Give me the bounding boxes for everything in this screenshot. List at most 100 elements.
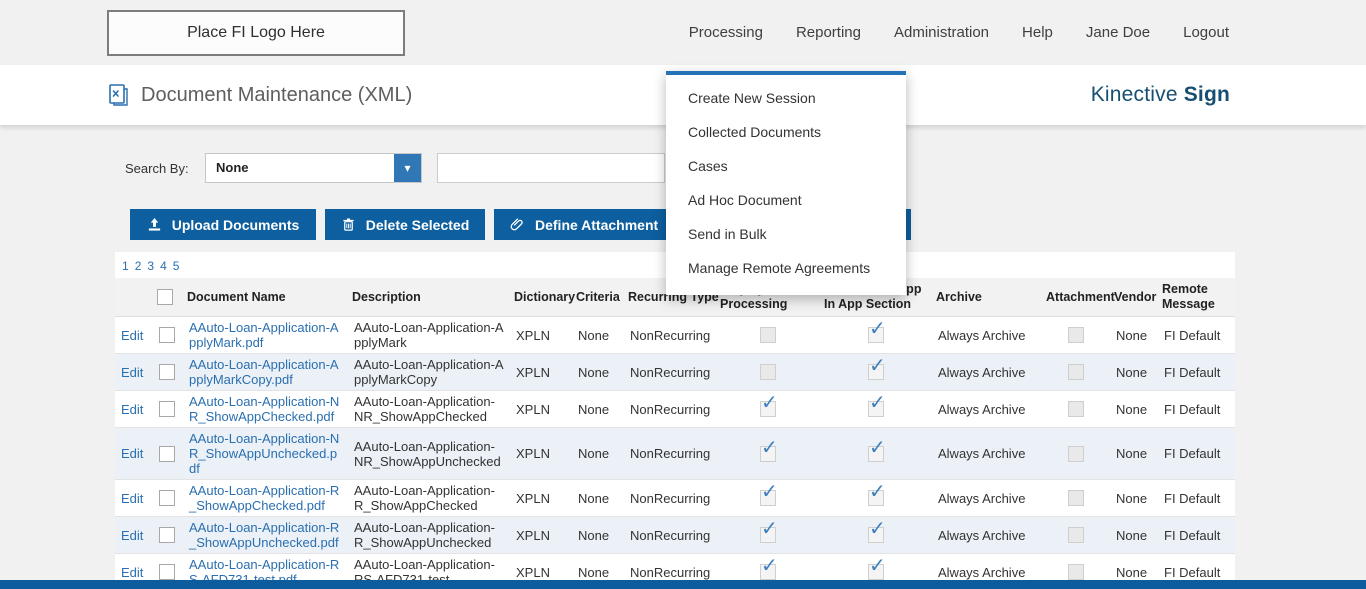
dictionary-cell: XPLN bbox=[510, 517, 572, 554]
menu-item-send-in-bulk[interactable]: Send in Bulk bbox=[666, 217, 906, 251]
menu-item-create-new-session[interactable]: Create New Session bbox=[666, 81, 906, 115]
nav-help[interactable]: Help bbox=[1022, 24, 1053, 41]
row-select-checkbox[interactable] bbox=[159, 446, 175, 462]
edit-link[interactable]: Edit bbox=[121, 491, 143, 506]
criteria-cell: None bbox=[572, 317, 624, 354]
search-by-select[interactable]: None ▾ bbox=[205, 153, 422, 183]
row-select-checkbox[interactable] bbox=[159, 327, 175, 343]
attachment-checkbox[interactable] bbox=[1068, 364, 1084, 380]
dictionary-cell: XPLN bbox=[510, 480, 572, 517]
bottom-bar bbox=[0, 580, 1366, 589]
screen: Place FI Logo Here Processing Reporting … bbox=[0, 0, 1366, 589]
page-link-5[interactable]: 5 bbox=[173, 259, 180, 278]
show-other-app-checkbox[interactable]: ✓ bbox=[868, 401, 884, 417]
col-criteria: Criteria bbox=[572, 278, 624, 317]
page-link-3[interactable]: 3 bbox=[147, 259, 154, 278]
document-name-link[interactable]: AAuto-Loan-Application-NR_ShowAppChecked… bbox=[189, 394, 339, 424]
upload-documents-button[interactable]: Upload Documents bbox=[130, 209, 316, 240]
edit-link[interactable]: Edit bbox=[121, 446, 143, 461]
display-while-processing-checkbox[interactable] bbox=[760, 364, 776, 380]
table-row: Edit AAuto-Loan-Application-NR_ShowAppChe… bbox=[115, 391, 1235, 428]
description-cell: AAuto-Loan-Application-R_ShowAppUnchecke… bbox=[348, 517, 510, 554]
row-select-checkbox[interactable] bbox=[159, 564, 175, 580]
page-link-2[interactable]: 2 bbox=[135, 259, 142, 278]
page-link-4[interactable]: 4 bbox=[160, 259, 167, 278]
attachment-checkbox[interactable] bbox=[1068, 490, 1084, 506]
upload-documents-label: Upload Documents bbox=[172, 217, 300, 233]
display-while-processing-checkbox[interactable]: ✓ bbox=[760, 490, 776, 506]
show-other-app-checkbox[interactable]: ✓ bbox=[868, 364, 884, 380]
row-select-checkbox[interactable] bbox=[159, 401, 175, 417]
display-while-processing-checkbox[interactable] bbox=[760, 327, 776, 343]
show-other-app-checkbox[interactable]: ✓ bbox=[868, 564, 884, 580]
attachment-checkbox[interactable] bbox=[1068, 564, 1084, 580]
row-select-checkbox[interactable] bbox=[159, 527, 175, 543]
recurring-type-cell: NonRecurring bbox=[624, 317, 716, 354]
description-cell: AAuto-Loan-Application-NR_ShowAppChecked bbox=[348, 391, 510, 428]
nav-administration[interactable]: Administration bbox=[894, 24, 989, 41]
nav-logout[interactable]: Logout bbox=[1183, 24, 1229, 41]
document-table-body: Edit AAuto-Loan-Application-ApplyMark.pdf… bbox=[115, 317, 1235, 589]
recurring-type-cell: NonRecurring bbox=[624, 428, 716, 480]
display-while-processing-checkbox[interactable]: ✓ bbox=[760, 401, 776, 417]
edit-link[interactable]: Edit bbox=[121, 365, 143, 380]
check-icon: ✓ bbox=[761, 393, 778, 413]
upload-icon bbox=[147, 217, 162, 232]
row-select-checkbox[interactable] bbox=[159, 490, 175, 506]
top-nav: Processing Reporting Administration Help… bbox=[689, 0, 1229, 65]
check-icon: ✓ bbox=[869, 319, 886, 339]
document-name-link[interactable]: AAuto-Loan-Application-R_ShowAppChecked.… bbox=[189, 483, 339, 513]
show-other-app-checkbox[interactable]: ✓ bbox=[868, 327, 884, 343]
check-icon: ✓ bbox=[869, 556, 886, 576]
brand-name-bold: Sign bbox=[1184, 83, 1230, 107]
document-name-link[interactable]: AAuto-Loan-Application-R_ShowAppUnchecke… bbox=[189, 520, 339, 550]
brand-name: Kinective bbox=[1091, 83, 1178, 107]
search-by-label: Search By: bbox=[125, 161, 189, 176]
nav-processing[interactable]: Processing bbox=[689, 24, 763, 41]
nav-user[interactable]: Jane Doe bbox=[1086, 24, 1150, 41]
menu-item-collected-documents[interactable]: Collected Documents bbox=[666, 115, 906, 149]
criteria-cell: None bbox=[572, 391, 624, 428]
dictionary-cell: XPLN bbox=[510, 391, 572, 428]
document-name-link[interactable]: AAuto-Loan-Application-NR_ShowAppUncheck… bbox=[189, 431, 339, 476]
col-document-name: Document Name bbox=[183, 278, 348, 317]
page-link-1[interactable]: 1 bbox=[122, 259, 129, 278]
delete-selected-button[interactable]: Delete Selected bbox=[325, 209, 485, 240]
attachment-checkbox[interactable] bbox=[1068, 327, 1084, 343]
nav-reporting[interactable]: Reporting bbox=[796, 24, 861, 41]
show-other-app-checkbox[interactable]: ✓ bbox=[868, 446, 884, 462]
display-while-processing-checkbox[interactable]: ✓ bbox=[760, 446, 776, 462]
search-input[interactable] bbox=[437, 153, 665, 183]
menu-item-cases[interactable]: Cases bbox=[666, 149, 906, 183]
edit-link[interactable]: Edit bbox=[121, 565, 143, 580]
edit-link[interactable]: Edit bbox=[121, 402, 143, 417]
archive-cell: Always Archive bbox=[932, 517, 1042, 554]
edit-link[interactable]: Edit bbox=[121, 328, 143, 343]
fi-logo-placeholder: Place FI Logo Here bbox=[107, 10, 405, 56]
col-attachment: Attachment bbox=[1042, 278, 1110, 317]
top-navigation-bar: Place FI Logo Here Processing Reporting … bbox=[0, 0, 1366, 65]
display-while-processing-checkbox[interactable]: ✓ bbox=[760, 527, 776, 543]
vendor-cell: None bbox=[1110, 428, 1158, 480]
description-cell: AAuto-Loan-Application-R_ShowAppChecked bbox=[348, 480, 510, 517]
show-other-app-checkbox[interactable]: ✓ bbox=[868, 490, 884, 506]
select-all-checkbox[interactable] bbox=[157, 289, 173, 305]
attachment-checkbox[interactable] bbox=[1068, 527, 1084, 543]
attachment-checkbox[interactable] bbox=[1068, 446, 1084, 462]
document-name-link[interactable]: AAuto-Loan-Application-ApplyMarkCopy.pdf bbox=[189, 357, 339, 387]
recurring-type-cell: NonRecurring bbox=[624, 480, 716, 517]
vendor-cell: None bbox=[1110, 317, 1158, 354]
edit-link[interactable]: Edit bbox=[121, 528, 143, 543]
menu-item-ad-hoc-document[interactable]: Ad Hoc Document bbox=[666, 183, 906, 217]
display-while-processing-checkbox[interactable]: ✓ bbox=[760, 564, 776, 580]
chevron-down-icon[interactable]: ▾ bbox=[394, 154, 421, 182]
documents-table: Document Name Description Dictionary Cri… bbox=[115, 278, 1235, 589]
show-other-app-checkbox[interactable]: ✓ bbox=[868, 527, 884, 543]
row-select-checkbox[interactable] bbox=[159, 364, 175, 380]
attachment-checkbox[interactable] bbox=[1068, 401, 1084, 417]
delete-selected-label: Delete Selected bbox=[366, 217, 470, 233]
vendor-cell: None bbox=[1110, 480, 1158, 517]
menu-item-manage-remote-agreements[interactable]: Manage Remote Agreements bbox=[666, 251, 906, 285]
paperclip-icon bbox=[510, 217, 525, 232]
document-name-link[interactable]: AAuto-Loan-Application-ApplyMark.pdf bbox=[189, 320, 339, 350]
